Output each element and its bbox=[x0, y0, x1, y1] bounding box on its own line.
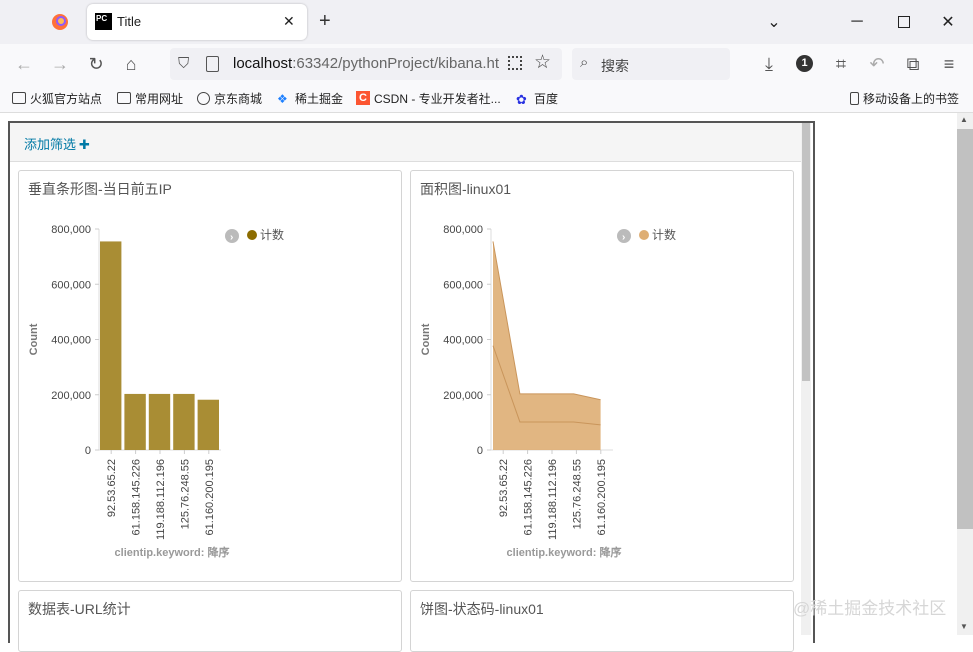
bookmark-item[interactable]: 京东商城 bbox=[197, 88, 262, 108]
mobile-icon bbox=[850, 91, 859, 105]
bookmark-item[interactable]: C CSDN - 专业开发者社... bbox=[356, 88, 501, 108]
area-chart-panel: 面积图-linux01 800,000 600,000 400,000 200,000… bbox=[410, 170, 794, 582]
x-tick-label: 61.158.145.226 bbox=[131, 459, 143, 535]
bookmark-item[interactable]: 常用网址 bbox=[117, 88, 183, 108]
y-tick-label: 200,000 bbox=[51, 390, 91, 402]
scroll-up-arrow-icon[interactable]: ▲ bbox=[960, 115, 968, 124]
y-axis-title: Count bbox=[28, 323, 40, 355]
bar bbox=[173, 393, 195, 450]
y-tick-label: 800,000 bbox=[443, 224, 483, 236]
bookmark-item[interactable]: ❖ 稀土掘金 bbox=[277, 88, 343, 108]
url-bar[interactable]: ⛉ localhost:63342/pythonProject/kibana.h… bbox=[170, 48, 562, 80]
firefox-view-icon[interactable] bbox=[50, 12, 70, 32]
scroll-down-arrow-icon[interactable]: ▼ bbox=[960, 622, 968, 631]
url-text[interactable]: localhost:63342/pythonProject/kibana.ht bbox=[233, 55, 499, 72]
legend-label: 计数 bbox=[652, 227, 676, 242]
area-series bbox=[493, 241, 601, 450]
page-scroll-thumb[interactable] bbox=[957, 129, 973, 529]
y-tick-label: 600,000 bbox=[51, 279, 91, 291]
crop-icon[interactable]: ⌗ bbox=[827, 50, 855, 78]
folder-icon bbox=[117, 92, 131, 104]
legend-label: 计数 bbox=[260, 227, 284, 242]
pie-panel: 饼图-状态码-linux01 bbox=[410, 590, 794, 652]
mobile-bookmarks[interactable]: 移动设备上的书签 bbox=[850, 88, 959, 108]
reload-button[interactable]: ↻ bbox=[82, 50, 110, 78]
filter-bar: 添加筛选 ✚ bbox=[10, 123, 802, 162]
search-icon: ⌕ bbox=[580, 54, 589, 71]
home-button[interactable]: ⌂ bbox=[117, 50, 145, 78]
minimize-button[interactable]: ─ bbox=[843, 8, 871, 36]
tab-title: Title bbox=[117, 14, 142, 29]
back-button[interactable]: ← bbox=[10, 50, 38, 78]
y-tick-label: 400,000 bbox=[51, 335, 91, 347]
area-chart: 800,000 600,000 400,000 200,000 0 Count 92.53.… bbox=[420, 224, 676, 559]
bar bbox=[124, 393, 146, 450]
qr-code-icon[interactable] bbox=[508, 56, 522, 70]
forward-button[interactable]: → bbox=[46, 50, 74, 78]
y-tick-label: 0 bbox=[477, 445, 483, 457]
baidu-icon: ✿ bbox=[516, 92, 527, 107]
bar bbox=[148, 393, 171, 450]
account-badge[interactable]: 1 bbox=[796, 55, 813, 72]
x-tick-label: 61.160.200.195 bbox=[596, 459, 608, 535]
x-axis-title: clientip.keyword: 降序 bbox=[115, 545, 230, 559]
pycharm-icon: PC bbox=[95, 13, 112, 30]
x-axis-title: clientip.keyword: 降序 bbox=[507, 545, 622, 559]
bar-chart-panel: 垂直条形图-当日前五IP 800,000 600,000 400,000 200,00… bbox=[18, 170, 402, 582]
new-tab-button[interactable]: + bbox=[319, 10, 331, 33]
bookmark-item[interactable]: ✿ 百度 bbox=[516, 88, 558, 108]
shield-icon[interactable]: ⛉ bbox=[178, 55, 189, 72]
watermark: @稀土掘金技术社区 bbox=[793, 599, 947, 618]
x-tick-label: 92.53.65.22 bbox=[106, 459, 118, 517]
search-placeholder: 搜索 bbox=[601, 58, 629, 74]
bar bbox=[197, 399, 219, 450]
juejin-icon: ❖ bbox=[277, 92, 288, 106]
add-filter-link[interactable]: 添加筛选 ✚ bbox=[24, 134, 90, 153]
y-tick-label: 800,000 bbox=[51, 224, 91, 236]
bookmark-star-icon[interactable]: ☆ bbox=[534, 51, 551, 74]
x-tick-label: 92.53.65.22 bbox=[498, 459, 510, 517]
close-window-button[interactable]: ✕ bbox=[934, 8, 962, 36]
globe-icon bbox=[197, 91, 210, 105]
panel-title: 饼图-状态码-linux01 bbox=[420, 601, 544, 617]
x-tick-label: 61.160.200.195 bbox=[204, 459, 216, 535]
bar-chart: 800,000 600,000 400,000 200,000 0 Count 92.53.… bbox=[28, 224, 284, 559]
search-bar[interactable]: ⌕ 搜索 bbox=[572, 48, 730, 80]
tab-close-icon[interactable]: ✕ bbox=[283, 13, 295, 30]
x-tick-label: 125.76.248.55 bbox=[571, 459, 583, 529]
browser-tab[interactable]: PC Title ✕ bbox=[87, 4, 307, 40]
y-axis-title: Count bbox=[420, 323, 432, 355]
page-icon[interactable] bbox=[206, 56, 219, 72]
x-tick-label: 125.76.248.55 bbox=[179, 459, 191, 529]
tab-list-chevron-icon[interactable]: ⌄ bbox=[760, 8, 788, 36]
folder-icon bbox=[12, 92, 26, 104]
plus-icon: ✚ bbox=[79, 137, 90, 152]
bar bbox=[100, 241, 122, 450]
maximize-button[interactable] bbox=[890, 8, 918, 36]
y-tick-label: 200,000 bbox=[443, 390, 483, 402]
extensions-icon[interactable]: ⧉ bbox=[899, 50, 927, 78]
x-tick-label: 119.188.112.196 bbox=[547, 459, 559, 540]
panel-title: 数据表-URL统计 bbox=[28, 601, 131, 617]
dashboard-scroll-thumb[interactable] bbox=[802, 123, 810, 381]
undo-icon[interactable]: ↶ bbox=[863, 50, 891, 78]
legend-toggle-chevron: › bbox=[230, 232, 233, 243]
y-tick-label: 600,000 bbox=[443, 279, 483, 291]
bookmark-item[interactable]: 火狐官方站点 bbox=[12, 88, 102, 108]
csdn-icon: C bbox=[356, 91, 370, 105]
menu-icon[interactable]: ≡ bbox=[935, 50, 963, 78]
x-tick-label: 61.158.145.226 bbox=[523, 459, 535, 535]
legend-toggle-chevron: › bbox=[622, 232, 625, 243]
legend-dot bbox=[247, 230, 257, 240]
download-icon[interactable]: ⤓ bbox=[755, 50, 783, 78]
y-tick-label: 0 bbox=[85, 445, 91, 457]
legend-dot bbox=[639, 230, 649, 240]
x-tick-label: 119.188.112.196 bbox=[155, 459, 167, 540]
y-tick-label: 400,000 bbox=[443, 335, 483, 347]
table-panel: 数据表-URL统计 bbox=[18, 590, 402, 652]
